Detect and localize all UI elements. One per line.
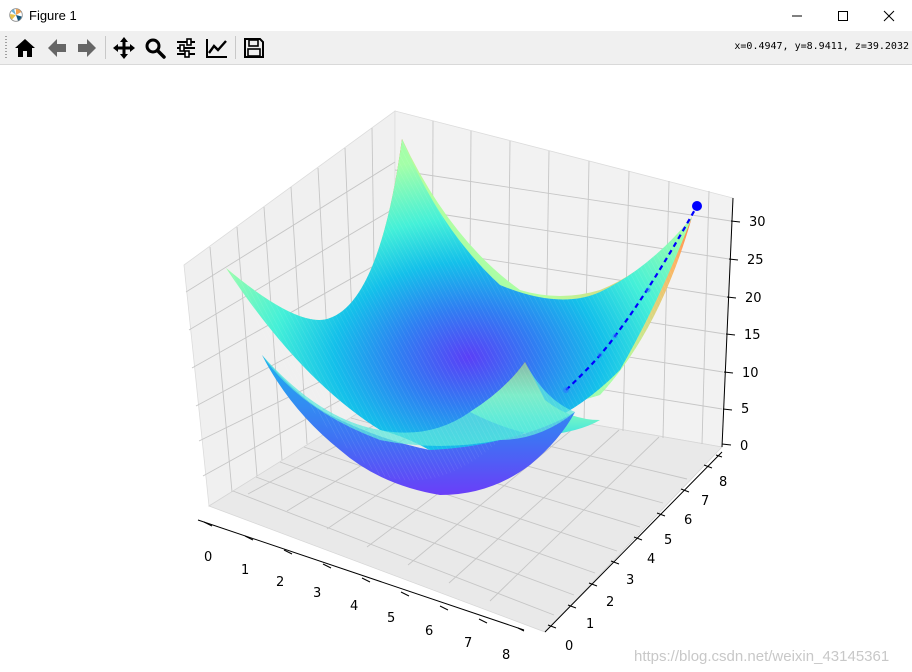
path-marker [563,387,569,393]
back-arrow-icon [48,39,66,57]
watermark-text: https://blog.csdn.net/weixin_43145361 [634,648,889,665]
z-tick-label: 0 [740,439,748,454]
x-tick-label: 3 [313,586,321,601]
path-marker [612,333,618,339]
toolbar-separator [235,36,236,59]
y-tick-label: 6 [684,513,692,528]
x-tick-label: 6 [425,624,433,639]
z-tick-label: 10 [742,366,759,381]
z-tick-label: 5 [741,402,749,417]
maximize-icon [838,10,848,21]
zoom-button[interactable] [142,35,168,61]
path-end-marker [692,201,702,211]
toolbar-grip [5,36,7,59]
title-bar: Figure 1 [0,0,912,31]
home-button[interactable] [12,35,38,61]
z-tick-label: 20 [745,291,762,306]
z-tick-labels: 0 5 10 15 20 25 30 [740,215,766,454]
path-marker [645,287,651,293]
forward-arrow-icon [78,39,96,57]
y-tick-label: 3 [626,573,634,588]
z-tick-label: 30 [749,215,766,230]
configure-subplots-icon [177,38,195,58]
y-tick-label: 1 [586,617,594,632]
x-tick-label: 5 [387,611,395,626]
minimize-button[interactable] [774,0,820,31]
forward-button[interactable] [74,35,100,61]
home-icon [15,39,35,57]
path-marker [597,352,603,358]
x-tick-label: 7 [464,636,472,651]
x-tick-label: 8 [502,648,510,663]
zoom-magnifier-icon [145,38,166,59]
y-tick-label: 5 [664,533,672,548]
cursor-coordinates-readout: x=0.4947, y=8.9411, z=39.2032 [734,41,909,52]
save-button[interactable] [241,35,267,61]
x-tick-label: 1 [241,563,249,578]
save-floppy-icon [244,38,264,58]
y-tick-label: 2 [606,595,614,610]
x-tick-label: 0 [204,550,212,565]
z-tick-label: 15 [744,328,761,343]
edit-axis-icon [206,39,227,58]
maximize-button[interactable] [820,0,866,31]
minimize-icon [792,15,802,16]
toolbar-separator [105,36,106,59]
y-tick-label: 4 [647,552,655,567]
figure-canvas[interactable]: 0 5 10 15 20 25 30 0 1 2 3 4 5 6 7 8 0 1… [0,65,912,672]
matplotlib-logo-icon [9,8,23,22]
back-button[interactable] [44,35,70,61]
y-tick-label: 7 [701,494,709,509]
x-tick-label: 2 [276,575,284,590]
navigation-toolbar: x=0.4947, y=8.9411, z=39.2032 [0,31,912,65]
close-button[interactable] [866,0,912,31]
close-icon [883,10,895,21]
y-tick-label: 8 [719,475,727,490]
pan-button[interactable] [111,35,137,61]
y-tick-label: 0 [565,639,573,654]
window-title: Figure 1 [29,8,77,23]
z-tick-label: 25 [747,253,764,268]
configure-subplots-button[interactable] [173,35,199,61]
x-tick-label: 4 [350,599,358,614]
pan-move-icon [113,37,135,59]
edit-axis-button[interactable] [204,35,230,61]
